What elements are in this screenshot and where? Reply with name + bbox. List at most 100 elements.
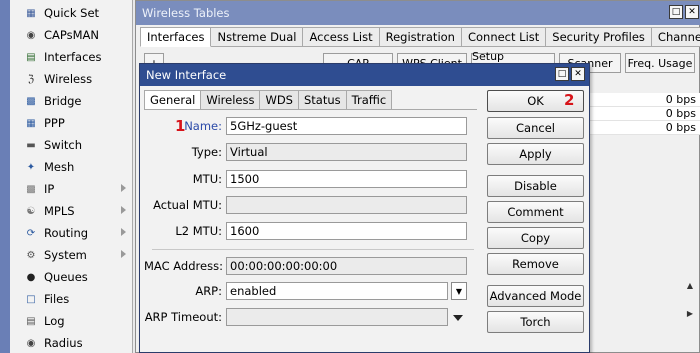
actual-mtu-field <box>226 196 467 214</box>
wireless-tables-titlebar[interactable]: Wireless Tables □ ✕ <box>136 1 700 25</box>
wireless-icon: ℨ <box>27 73 35 85</box>
dialog-tab-traffic[interactable]: Traffic <box>346 90 393 110</box>
section-divider <box>152 249 474 250</box>
menu-item-bridge[interactable]: ▩ Bridge <box>10 90 133 112</box>
interfaces-table: 0 bps 0 bps 0 bps <box>590 93 700 135</box>
menu-item-ppp[interactable]: ▦ PPP <box>10 112 133 134</box>
interfaces-icon: ▤ <box>26 51 36 63</box>
type-label: Type: <box>191 145 222 159</box>
menu-item-switch[interactable]: ▬ Switch <box>10 134 133 156</box>
table-row[interactable]: 0 bps <box>590 93 700 107</box>
menu-item-radius[interactable]: ◉ Radius <box>10 332 133 353</box>
tab-registration[interactable]: Registration <box>379 27 462 47</box>
dialog-restore-icon[interactable]: □ <box>555 67 569 81</box>
step-2-marker: 2 <box>564 91 575 109</box>
menu-item-label: Radius <box>44 336 83 350</box>
menu-item-queues[interactable]: ● Queues <box>10 266 133 288</box>
scroll-right-icon[interactable]: ▶ <box>684 307 696 319</box>
radius-icon: ◉ <box>26 337 36 349</box>
tab-security-profiles[interactable]: Security Profiles <box>546 27 652 47</box>
menu-item-routing[interactable]: ⟳ Routing <box>10 222 133 244</box>
menu-item-wireless[interactable]: ℨ Wireless <box>10 68 133 90</box>
menu-item-label: Quick Set <box>44 6 100 20</box>
advanced-mode-label: Advanced Mode <box>489 289 582 303</box>
dialog-title: New Interface <box>146 68 227 82</box>
menu-item-label: IP <box>44 182 55 196</box>
l2-mtu-field[interactable]: 1600 <box>226 222 467 240</box>
l2-mtu-label: L2 MTU: <box>175 224 222 238</box>
table-row[interactable]: 0 bps <box>590 121 700 135</box>
torch-label: Torch <box>520 315 551 329</box>
dialog-close-icon[interactable]: ✕ <box>571 67 585 81</box>
close-icon[interactable]: ✕ <box>685 5 699 19</box>
arp-dropdown-icon[interactable]: ▼ <box>451 282 467 300</box>
apply-label: Apply <box>519 147 552 161</box>
mpls-icon: ☯ <box>26 205 36 217</box>
scroll-up-icon[interactable]: ▲ <box>684 279 696 291</box>
copy-button[interactable]: Copy <box>487 227 584 249</box>
remove-button[interactable]: Remove <box>487 253 584 275</box>
disable-button[interactable]: Disable <box>487 175 584 197</box>
cancel-button[interactable]: Cancel <box>487 117 584 139</box>
tab-connect-list[interactable]: Connect List <box>461 27 547 47</box>
menu-item-log[interactable]: ▤ Log <box>10 310 133 332</box>
menu-item-label: Log <box>44 314 65 328</box>
mesh-icon: ✦ <box>26 161 36 173</box>
dialog-tab-wds[interactable]: WDS <box>260 90 299 110</box>
comment-button[interactable]: Comment <box>487 201 584 223</box>
menu-item-label: Wireless <box>44 72 93 86</box>
ip-icon: ▩ <box>26 183 36 195</box>
dialog-tab-general[interactable]: General <box>144 90 202 110</box>
menu-item-label: Interfaces <box>44 50 102 64</box>
menu-item-files[interactable]: □ Files <box>10 288 133 310</box>
menu-item-capsman[interactable]: ◉ CAPsMAN <box>10 24 133 46</box>
dialog-tab-wireless[interactable]: Wireless <box>201 90 261 110</box>
system-icon: ⚙ <box>26 249 36 261</box>
ppp-icon: ▦ <box>26 117 36 129</box>
comment-label: Comment <box>507 205 564 219</box>
apply-button[interactable]: Apply <box>487 143 584 165</box>
table-row[interactable]: 0 bps <box>590 107 700 121</box>
switch-icon: ▬ <box>26 139 36 151</box>
tab-channels[interactable]: Channels <box>651 27 700 47</box>
name-field[interactable]: 5GHz-guest <box>226 117 467 135</box>
menu-item-mpls[interactable]: ☯ MPLS <box>10 200 133 222</box>
tab-interfaces[interactable]: Interfaces <box>140 27 212 47</box>
bridge-icon: ▩ <box>26 95 36 107</box>
dialog-titlebar[interactable]: New Interface □ ✕ <box>140 64 589 86</box>
main-menu: ▦ Quick Set ◉ CAPsMAN ▤ Interfaces ℨ Wireless ▩ B… <box>10 0 133 353</box>
submenu-arrow-icon <box>121 206 126 214</box>
left-edge-bar <box>0 0 10 353</box>
menu-item-quick-set[interactable]: ▦ Quick Set <box>10 2 133 24</box>
freq-usage-button[interactable]: Freq. Usage <box>625 53 695 73</box>
advanced-mode-button[interactable]: Advanced Mode <box>487 285 584 307</box>
menu-item-system[interactable]: ⚙ System <box>10 244 133 266</box>
menu-item-label: Mesh <box>44 160 75 174</box>
dialog-tab-status[interactable]: Status <box>298 90 347 110</box>
torch-button[interactable]: Torch <box>487 311 584 333</box>
menu-item-ip[interactable]: ▩ IP <box>10 178 133 200</box>
mtu-field[interactable]: 1500 <box>226 170 467 188</box>
menu-item-label: PPP <box>44 116 65 130</box>
copy-label: Copy <box>520 231 551 245</box>
tab-access-list[interactable]: Access List <box>303 27 380 47</box>
general-tab-panel: Name: 5GHz-guest Type: Virtual MTU: 1500… <box>144 109 477 353</box>
restore-icon[interactable]: □ <box>669 5 683 19</box>
menu-item-label: Bridge <box>44 94 82 108</box>
arp-timeout-expand-icon[interactable] <box>453 315 463 321</box>
queues-icon: ● <box>26 271 36 283</box>
arp-select[interactable]: enabled <box>226 282 448 300</box>
menu-item-label: MPLS <box>44 204 75 218</box>
menu-item-interfaces[interactable]: ▤ Interfaces <box>10 46 133 68</box>
log-icon: ▤ <box>26 315 36 327</box>
capsman-icon: ◉ <box>26 29 36 41</box>
tab-nstreme-dual[interactable]: Nstreme Dual <box>211 27 304 47</box>
arp-timeout-field[interactable] <box>226 308 448 326</box>
ok-label: OK <box>527 94 544 108</box>
wireless-tabs: Interfaces Nstreme Dual Access List Registr… <box>140 27 700 47</box>
dialog-tabs: General Wireless WDS Status Traffic <box>144 90 393 110</box>
menu-item-mesh[interactable]: ✦ Mesh <box>10 156 133 178</box>
actual-mtu-label: Actual MTU: <box>153 198 222 212</box>
arp-timeout-label: ARP Timeout: <box>144 310 222 324</box>
window-title: Wireless Tables <box>142 6 230 20</box>
